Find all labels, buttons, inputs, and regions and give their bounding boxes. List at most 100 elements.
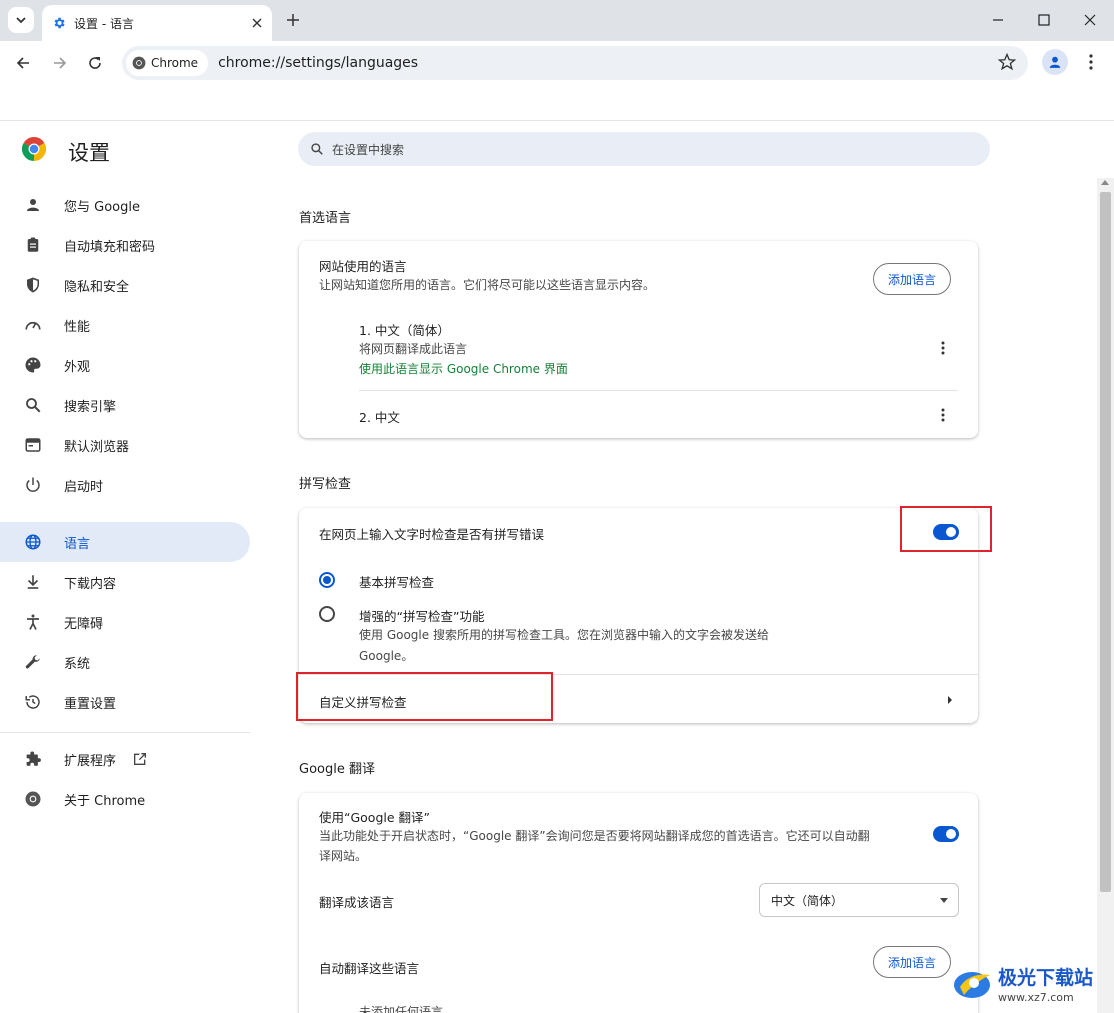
translate-toggle[interactable] (933, 826, 959, 842)
history-icon (25, 695, 40, 709)
sidebar-item-label: 关于 Chrome (64, 793, 146, 809)
radio-basic-spell-check[interactable] (319, 572, 335, 588)
enhanced-spell-check-desc: Google。 (359, 649, 414, 663)
address-bar[interactable]: Chrome chrome://settings/languages (122, 46, 1028, 80)
new-tab-button[interactable] (282, 9, 304, 31)
page-scrollbar[interactable] (1097, 178, 1114, 1013)
clipboard-icon (27, 237, 39, 252)
add-auto-translate-language-button[interactable]: 添加语言 (873, 946, 952, 978)
sidebar-item-you-and-google[interactable]: 您与 Google (0, 185, 250, 225)
sidebar-item-label: 搜索引擎 (64, 399, 117, 415)
watermark-title: 极光下载站 (998, 966, 1094, 989)
maximize-icon (1038, 14, 1050, 26)
tab-search-button[interactable] (8, 7, 34, 33)
spell-check-toggle-label: 在网页上输入文字时检查是否有拼写错误 (319, 527, 545, 542)
sidebar-item-search-engine[interactable]: 搜索引擎 (0, 385, 250, 425)
sidebar-item-extensions[interactable]: 扩展程序 (0, 739, 250, 779)
more-vert-icon (941, 408, 945, 422)
speedometer-icon (25, 321, 41, 330)
search-icon (26, 398, 41, 413)
active-tab[interactable]: 设置 - 语言 (42, 5, 272, 41)
toolbar: Chrome chrome://settings/languages (0, 41, 1114, 85)
highlight-box-custom-spell-check (296, 672, 553, 721)
url-text[interactable]: chrome://settings/languages (218, 55, 418, 71)
sidebar-item-reset[interactable]: 重置设置 (0, 682, 250, 722)
palette-icon (25, 357, 41, 373)
enhanced-spell-check-desc: 使用 Google 搜索所用的拼写检查工具。您在浏览器中输入的文字会被发送给 (359, 628, 769, 642)
maximize-button[interactable] (1030, 6, 1058, 34)
use-translate-desc: 译网站。 (319, 849, 368, 863)
sidebar-item-system[interactable]: 系统 (0, 642, 250, 682)
sidebar-item-label: 默认浏览器 (64, 439, 130, 455)
sidebar-item-on-startup[interactable]: 启动时 (0, 465, 250, 505)
sidebar-divider (0, 732, 250, 733)
sidebar-item-autofill[interactable]: 自动填充和密码 (0, 225, 250, 265)
profile-button[interactable] (1042, 49, 1068, 75)
language-menu-button[interactable] (933, 405, 953, 425)
auto-translate-label: 自动翻译这些语言 (319, 961, 420, 976)
use-translate-label: 使用“Google 翻译” (319, 810, 431, 825)
sidebar-item-downloads[interactable]: 下载内容 (0, 562, 250, 602)
search-placeholder: 在设置中搜索 (332, 142, 405, 157)
translate-target-select[interactable]: 中文（简体） (759, 883, 959, 917)
watermark-logo-icon (954, 972, 990, 998)
scroll-thumb[interactable] (1100, 192, 1111, 892)
sidebar-item-label: 系统 (64, 656, 91, 672)
close-window-button[interactable] (1076, 6, 1104, 34)
settings-search-input[interactable]: 在设置中搜索 (298, 132, 990, 166)
preferred-languages-card: 网站使用的语言 让网站知道您所用的语言。它们将尽可能以这些语言显示内容。 添加语… (299, 241, 978, 438)
sidebar-item-label: 语言 (64, 536, 91, 552)
sidebar-item-default-browser[interactable]: 默认浏览器 (0, 425, 250, 465)
sidebar-item-privacy[interactable]: 隐私和安全 (0, 265, 250, 305)
sidebar-item-languages[interactable]: 语言 (0, 522, 250, 562)
forward-button[interactable] (46, 49, 74, 77)
tab-title: 设置 - 语言 (74, 16, 134, 31)
gear-icon (54, 17, 65, 29)
card-title: 网站使用的语言 (319, 259, 407, 274)
page-title: 设置 (68, 141, 110, 165)
more-vert-icon (941, 341, 945, 355)
back-button[interactable] (9, 49, 37, 77)
highlight-box-spell-toggle (900, 506, 992, 552)
sidebar-item-label: 重置设置 (64, 696, 117, 712)
watermark-url: www.xz7.com (998, 990, 1074, 1004)
accessibility-icon (27, 614, 39, 630)
section-title-preferred-languages: 首选语言 (299, 211, 352, 226)
scroll-up-icon[interactable] (1101, 180, 1109, 185)
arrow-left-icon (16, 57, 29, 69)
chip-label: Chrome (151, 56, 199, 70)
minimize-button[interactable] (984, 6, 1012, 34)
tab-strip: 设置 - 语言 (0, 0, 1114, 41)
sidebar-item-label: 您与 Google (64, 199, 140, 215)
chrome-menu-button[interactable] (1078, 49, 1104, 75)
caret-down-icon (940, 898, 948, 903)
language-menu-button[interactable] (933, 338, 953, 358)
power-icon (26, 477, 40, 492)
sidebar-item-label: 性能 (64, 319, 91, 335)
plus-icon (287, 14, 299, 26)
radio-enhanced-spell-check[interactable] (319, 606, 335, 622)
arrow-right-icon[interactable] (947, 695, 953, 705)
sidebar-item-performance[interactable]: 性能 (0, 305, 250, 345)
close-tab-icon[interactable] (252, 18, 262, 28)
select-value: 中文（简体） (771, 893, 844, 908)
section-title-spell-check: 拼写检查 (299, 477, 352, 492)
sidebar-item-label: 隐私和安全 (64, 279, 130, 295)
bookmark-star-icon[interactable] (998, 53, 1016, 71)
more-vert-icon (1089, 54, 1093, 70)
sidebar-item-label: 扩展程序 (64, 753, 117, 769)
chrome-logo-icon (25, 791, 41, 807)
open-in-new-icon (134, 753, 147, 765)
chrome-logo-icon (132, 56, 146, 70)
reload-button[interactable] (81, 49, 109, 77)
sidebar-item-appearance[interactable]: 外观 (0, 345, 250, 385)
sidebar-item-about-chrome[interactable]: 关于 Chrome (0, 779, 250, 819)
sidebar-item-accessibility[interactable]: 无障碍 (0, 602, 250, 642)
add-language-button[interactable]: 添加语言 (873, 263, 952, 295)
reload-icon (89, 57, 101, 69)
site-chip[interactable]: Chrome (126, 50, 209, 76)
globe-icon (25, 534, 41, 550)
section-title-google-translate: Google 翻译 (299, 762, 375, 777)
google-translate-card: 使用“Google 翻译” 当此功能处于开启状态时，“Google 翻译”会询问… (299, 793, 978, 1013)
enhanced-spell-check-label: 增强的“拼写检查”功能 (359, 609, 485, 624)
